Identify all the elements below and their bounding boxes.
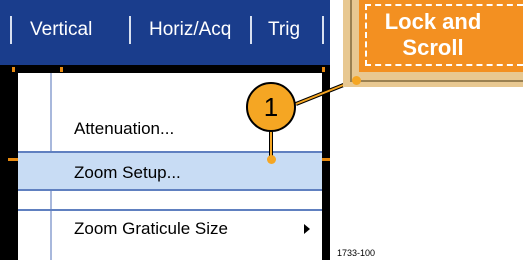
figure-id: 1733-100 (337, 248, 376, 258)
button-label-line: Scroll (402, 35, 464, 60)
callout-anchor-dot (352, 76, 361, 85)
lock-and-scroll-button[interactable]: Lock and Scroll (359, 0, 523, 72)
callout-number: 1 (246, 82, 296, 132)
callout-dot (267, 155, 276, 164)
button-label: Lock and Scroll (373, 9, 493, 61)
button-label-line: Lock and (384, 9, 482, 34)
lock-and-scroll-panel: Lock and Scroll (343, 0, 523, 87)
